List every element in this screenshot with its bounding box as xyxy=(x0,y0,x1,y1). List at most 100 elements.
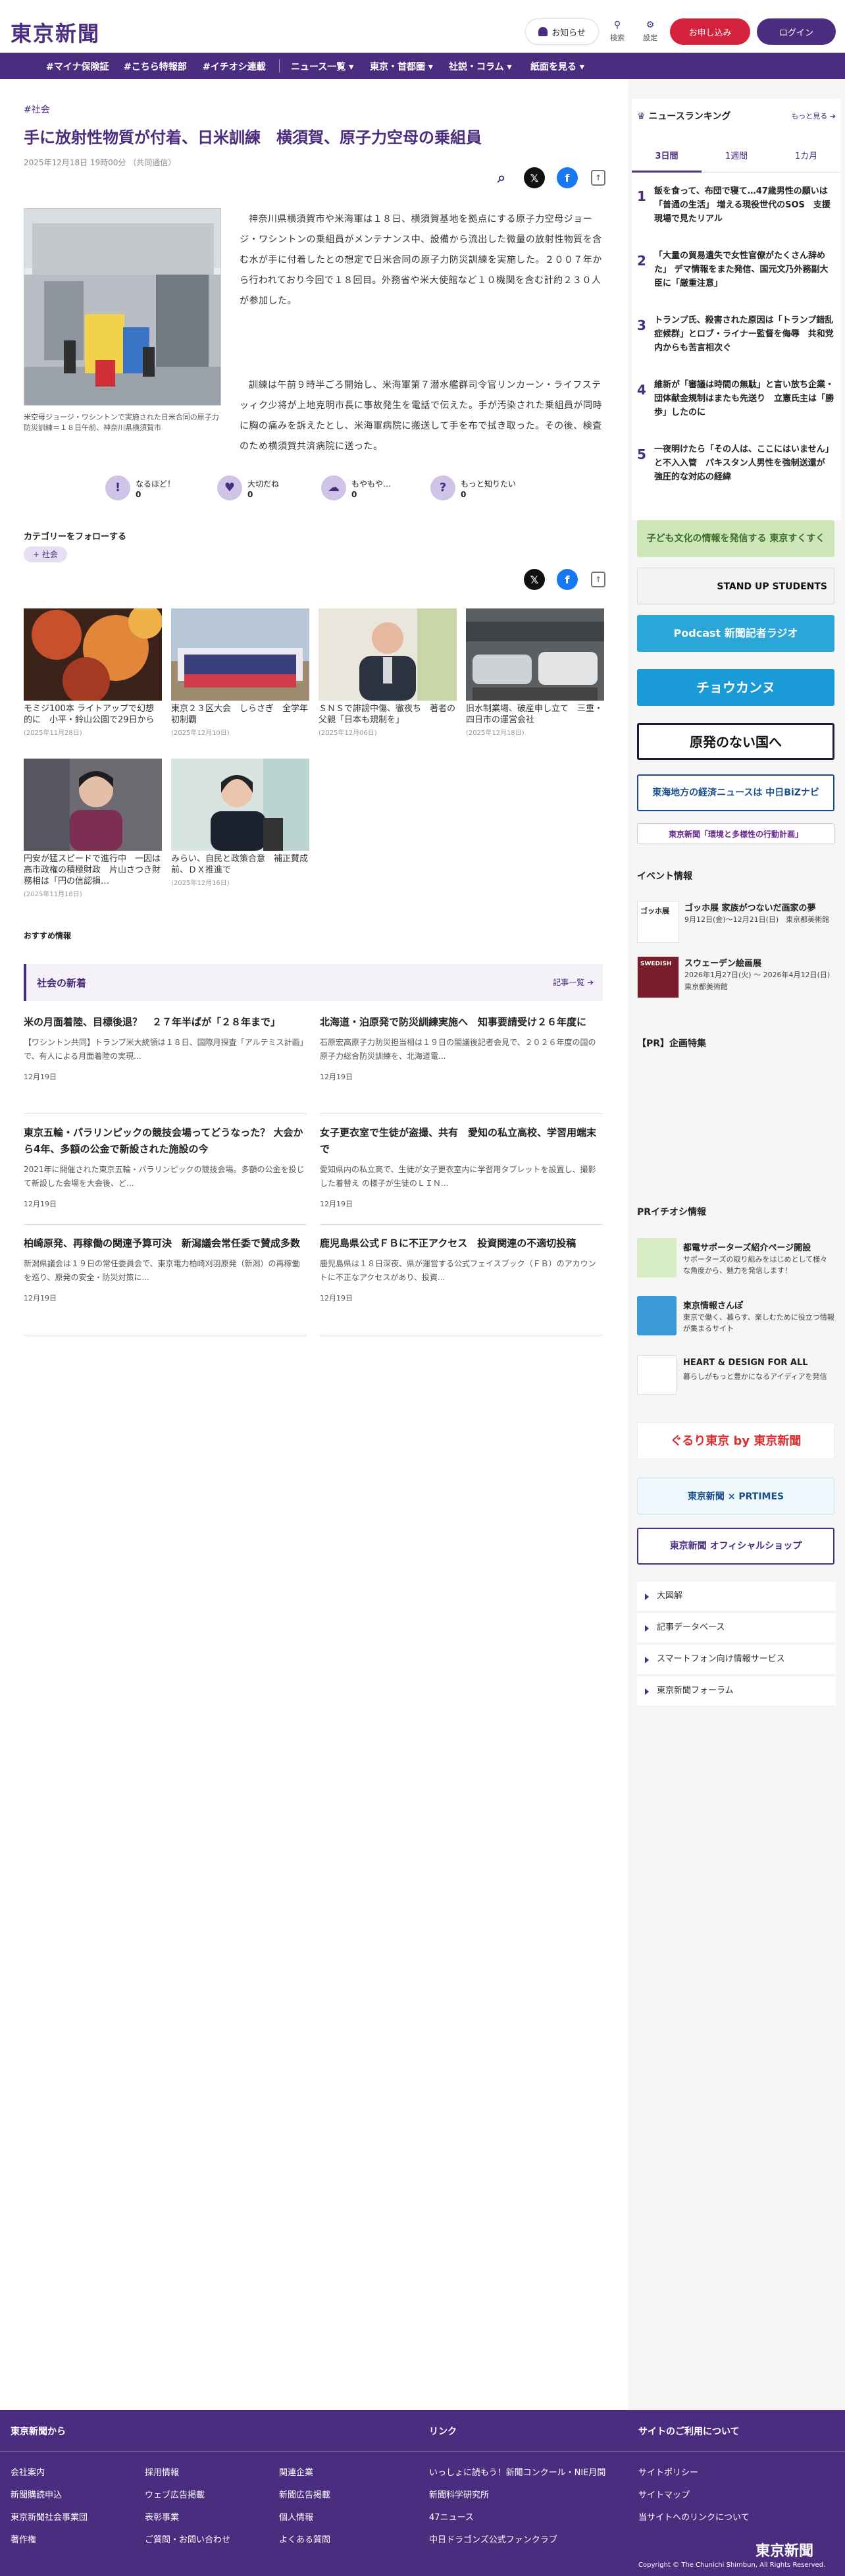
banner-genpatsu[interactable]: 原発のない国へ xyxy=(637,723,834,760)
portrait-photo xyxy=(319,608,457,701)
news-item[interactable]: 東京五輪・パラリンピックの競技会場ってどうなった？ 大会から4年、多額の公金で新… xyxy=(24,1125,307,1225)
banner-bizbavi[interactable]: 東海地方の経済ニュースは 中日BiZナビ xyxy=(637,774,834,811)
pr-item[interactable]: 東京情報さんぽ 東京で働く、暮らす、楽しむために役立つ情報が集まるサイト xyxy=(637,1296,836,1337)
event-desc: 9月12日(金)〜12月21日(日) 東京都美術館 xyxy=(684,915,830,924)
footer-link[interactable]: 新聞広告掲載 xyxy=(279,2488,330,2500)
pr-item[interactable]: HEART & DESIGN FOR ALL 暮らしがもっと豊かになるアイディア… xyxy=(637,1355,836,1396)
footer-heading: 東京新聞から xyxy=(11,2427,66,2437)
apply-button[interactable]: お申し込み xyxy=(670,18,750,45)
nav-item-editorial[interactable]: 社説・コラム ▾ xyxy=(449,60,512,73)
banner-gururi[interactable]: ぐるり東京 by 東京新聞 xyxy=(637,1422,834,1459)
banner-official-shop[interactable]: 東京新聞 オフィシャルショップ xyxy=(637,1528,834,1565)
news-item[interactable]: 女子更衣室で生徒が盗撮、共有 愛知の私立高校、学習用端末で 愛知県内の私立高で、… xyxy=(320,1125,603,1225)
footer-link[interactable]: 東京新聞社会事業団 xyxy=(11,2510,88,2523)
sidebar-link[interactable]: スマートフォン向け情報サービス xyxy=(637,1645,836,1674)
footer-link[interactable]: 著作権 xyxy=(11,2533,36,2545)
related-title: ＳＮＳで誹謗中傷、徹夜ち 著者の父親「日本も規制を」 xyxy=(319,704,456,725)
event-item[interactable]: ゴッホ展 ゴッホ展 家族がつないだ画家の夢 9月12日(金)〜12月21日(日)… xyxy=(637,901,836,947)
sidebar-link[interactable]: 大図解 xyxy=(637,1582,836,1611)
news-item[interactable]: 北海道・泊原発で防災訓練実施へ 知事要請受け２６年度に 石原宏高原子力防災担当相… xyxy=(320,1014,603,1114)
gear-icon: ⚙ xyxy=(646,20,655,30)
category-tag-label: 社会 xyxy=(41,550,58,559)
pr-thumbnail xyxy=(637,1355,677,1395)
news-date: 12月19日 xyxy=(320,1073,353,1081)
footer-link[interactable]: 中日ドラゴンズ公式ファンクラブ xyxy=(429,2533,557,2545)
footer-link[interactable]: いっしょに読もう！新聞コンクール・NIE月間 xyxy=(429,2465,605,2478)
facebook-share-icon[interactable]: f xyxy=(557,569,578,590)
footer-link[interactable]: サイトポリシー xyxy=(638,2465,698,2478)
facebook-share-icon[interactable]: f xyxy=(557,167,578,188)
nav-item-tokyo[interactable]: 東京・首都圏 ▾ xyxy=(370,60,433,73)
banner-podcast[interactable]: Podcast 新聞記者ラジオ xyxy=(637,615,834,652)
news-item[interactable]: 柏崎原発、再稼働の関連予算可決 新潟議会常任委で賛成多数 新潟県議会は１９日の常… xyxy=(24,1235,307,1335)
ranking-item[interactable]: 5 一夜明けたら「その人は、ここにはいません」と不入入管 パキスタン人男性を強制送… xyxy=(637,443,834,498)
banner-chokanne[interactable]: チョウカンヌ xyxy=(637,669,834,706)
article-photo[interactable] xyxy=(24,208,221,406)
nav-item-tokuhobu[interactable]: #こちら特報部 xyxy=(124,60,187,73)
sidebar-link[interactable]: 記事データベース xyxy=(637,1613,836,1642)
news-item[interactable]: 米の月面着陸、目標後退？ ２７年半ばが「２８年まで」 【ワシントン共同】トランプ… xyxy=(24,1014,307,1114)
nav-label: 紙面を見る xyxy=(530,62,576,72)
share-icon[interactable]: ↑ xyxy=(591,572,605,587)
ranking-item[interactable]: 4 維新が「審議は時間の無駄」と言い放ち企業・団体献金規制はまたも先送り 立憲氏主… xyxy=(637,378,834,433)
related-card[interactable]: みらい、自民と政策合意 補正賛成前、ＤＸ推進で (2025年12月16日) xyxy=(171,759,309,887)
breadcrumb[interactable]: #社会 xyxy=(24,103,50,116)
footer-logo[interactable]: 東京新聞 xyxy=(755,2539,813,2560)
notice-button[interactable]: お知らせ xyxy=(525,18,599,45)
footer-link[interactable]: サイトマップ xyxy=(638,2488,690,2500)
footer-link[interactable]: 新聞科学研究所 xyxy=(429,2488,489,2500)
site-logo[interactable]: 東京新聞 xyxy=(11,17,100,47)
footer-link[interactable]: 47ニュース xyxy=(429,2510,474,2523)
clip-icon[interactable]: ⌕ xyxy=(491,167,512,188)
nav-item-news-list[interactable]: ニュース一覧 ▾ xyxy=(291,60,353,73)
footer-link[interactable]: よくある質問 xyxy=(279,2533,330,2545)
footer-link[interactable]: ご質問・お問い合わせ xyxy=(145,2533,230,2545)
search-button[interactable]: ⚲ 検索 xyxy=(603,20,632,43)
related-card[interactable]: 旧水制業場、破産申し立て 三重・四日市の運営会社 (2025年12月18日) xyxy=(466,608,604,737)
related-card[interactable]: ＳＮＳで誹謗中傷、徹夜ち 著者の父親「日本も規制を」 (2025年12月06日) xyxy=(319,608,457,737)
footer-link[interactable]: 会社案内 xyxy=(11,2465,45,2478)
category-tag[interactable]: + 社会 xyxy=(24,547,67,562)
news-date: 12月19日 xyxy=(24,1073,57,1081)
news-title: 柏崎原発、再稼働の関連予算可決 新潟議会常任委で賛成多数 xyxy=(24,1237,301,1249)
footer-link[interactable]: ウェブ広告掲載 xyxy=(145,2488,205,2500)
sidebar-link[interactable]: 東京新聞フォーラム xyxy=(637,1677,836,1705)
footer-link[interactable]: 表彰事業 xyxy=(145,2510,179,2523)
event-item[interactable]: SWEDISH スウェーデン絵画展 2026年1月27日(火) 〜 2026年4… xyxy=(637,956,837,1002)
login-button[interactable]: ログイン xyxy=(757,18,836,45)
banner-stand-up-students[interactable]: STAND UP STUDENTS xyxy=(637,568,834,604)
related-card[interactable]: 東京２３区大会 しらさぎ 全学年初制覇 (2025年12月10日) xyxy=(171,608,309,737)
ranking-more-link[interactable]: もっと見る ➔ xyxy=(791,111,836,121)
tab-1week[interactable]: 1週間 xyxy=(702,141,771,173)
settings-button[interactable]: ⚙ 設定 xyxy=(636,20,665,43)
banner-prtimes[interactable]: 東京新聞 × PRTIMES xyxy=(637,1478,834,1515)
ranking-item[interactable]: 2 「大量の貿易遺失で女性官僚がたくさん辞めた」 デマ情報をまた発信、国元文乃外務… xyxy=(637,249,834,304)
related-card[interactable]: 円安が猛スピードで進行中 一因は高市政権の積極財政 片山さつき財務相は「円の信認… xyxy=(24,759,162,898)
news-item[interactable]: 鹿児島県公式ＦＢに不正アクセス 投資関連の不適切投稿 鹿児島県は１８日深夜、県が… xyxy=(320,1235,603,1335)
politician-photo xyxy=(171,759,309,851)
nav-item-myna[interactable]: #マイナ保険証 xyxy=(46,60,109,73)
ranking-item[interactable]: 3 トランプ氏、殺害された原因は「トランプ錯乱症候群」とロブ・ライナー監督を侮辱 … xyxy=(637,313,834,369)
nav-item-paper[interactable]: 紙面を見る ▾ xyxy=(530,60,584,73)
pr-item[interactable]: 都電サポーターズ紹介ページ開設 サポーターズの取り組みをはじめとして様々な角度か… xyxy=(637,1238,836,1279)
x-share-icon[interactable]: 𝕏 xyxy=(524,167,545,188)
reaction-label: もっと知りたい xyxy=(461,479,517,489)
footer-link[interactable]: 個人情報 xyxy=(279,2510,313,2523)
footer-link[interactable]: 関連企業 xyxy=(279,2465,313,2478)
banner-sukusuku[interactable]: 子ども文化の情報を発信する 東京すくすく xyxy=(637,520,834,557)
footer-link[interactable]: 新聞購読申込 xyxy=(11,2488,62,2500)
share-icon[interactable]: ↑ xyxy=(591,170,605,186)
related-thumbnail xyxy=(466,608,604,701)
x-share-icon[interactable]: 𝕏 xyxy=(524,569,545,590)
society-news-heading: 社会の新着 xyxy=(37,977,87,989)
footer-link[interactable]: 当サイトへのリンクについて xyxy=(638,2510,750,2523)
tab-3days[interactable]: 3日間 xyxy=(632,141,702,173)
rank-number: 5 xyxy=(637,446,646,462)
tab-1month[interactable]: 1カ月 xyxy=(771,141,841,173)
society-more-link[interactable]: 記事一覧 ➔ xyxy=(553,977,594,988)
footer-link[interactable]: 採用情報 xyxy=(145,2465,179,2478)
nav-item-ichioshi[interactable]: #イチオシ連載 xyxy=(203,60,266,73)
banner-action-plan[interactable]: 東京新聞「環境と多様性の行動計画」 xyxy=(637,823,834,844)
ranking-item[interactable]: 1 飯を食って、布団で寝て…47歳男性の願いは「普通の生活」 増える現役世代のSO… xyxy=(637,184,834,240)
related-card[interactable]: モミジ100本 ライトアップで幻想的に 小平・鈴山公園で29日から (2025年… xyxy=(24,608,162,737)
